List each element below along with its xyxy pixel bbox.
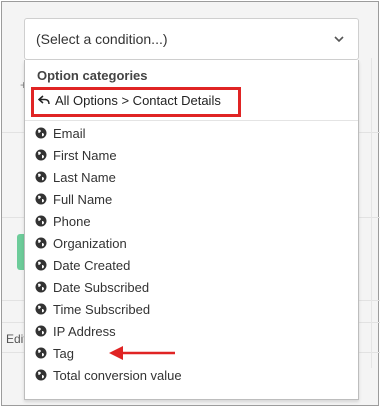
option-label: Phone xyxy=(53,214,91,229)
option-date-subscribed[interactable]: Date Subscribed xyxy=(35,280,149,300)
option-label: First Name xyxy=(53,148,117,163)
option-label: Time Subscribed xyxy=(53,302,151,317)
globe-icon xyxy=(35,237,47,249)
breadcrumb-highlight-box: All Options > Contact Details xyxy=(31,87,241,117)
globe-icon xyxy=(35,303,47,315)
globe-icon xyxy=(35,127,47,139)
option-first-name[interactable]: First Name xyxy=(35,148,117,168)
option-label: Date Created xyxy=(53,258,131,273)
option-ip-address[interactable]: IP Address xyxy=(35,324,116,344)
option-date-created[interactable]: Date Created xyxy=(35,258,130,278)
option-time-subscribed[interactable]: Time Subscribed xyxy=(35,302,150,322)
option-label: IP Address xyxy=(53,324,116,339)
globe-icon xyxy=(35,325,47,337)
option-email[interactable]: Email xyxy=(35,126,86,146)
condition-select-value: (Select a condition...) xyxy=(36,31,168,47)
option-label: Tag xyxy=(53,346,74,361)
option-categories-header: Option categories xyxy=(37,68,148,83)
chevron-down-icon xyxy=(334,36,344,43)
option-tag[interactable]: Tag xyxy=(35,346,74,366)
option-label: Full Name xyxy=(53,192,113,207)
globe-icon xyxy=(35,193,47,205)
option-label: Date Subscribed xyxy=(53,280,150,295)
red-arrow-annotation-icon xyxy=(109,346,175,360)
option-label: Last Name xyxy=(53,170,116,185)
condition-select[interactable]: (Select a condition...) xyxy=(24,18,359,60)
globe-icon xyxy=(35,369,47,381)
option-label: Email xyxy=(53,126,86,141)
breadcrumb-label: All Options > Contact Details xyxy=(55,93,221,108)
background-column-line xyxy=(371,58,372,368)
option-organization[interactable]: Organization xyxy=(35,236,127,256)
option-full-name[interactable]: Full Name xyxy=(35,192,112,212)
option-phone[interactable]: Phone xyxy=(35,214,91,234)
breadcrumb[interactable]: All Options > Contact Details xyxy=(38,93,221,108)
globe-icon xyxy=(35,259,47,271)
globe-icon xyxy=(35,171,47,183)
back-arrow-icon xyxy=(38,95,50,105)
option-total-conversion-value[interactable]: Total conversion value xyxy=(35,368,182,388)
globe-icon xyxy=(35,281,47,293)
option-label: Total conversion value xyxy=(53,368,182,383)
option-last-name[interactable]: Last Name xyxy=(35,170,116,190)
globe-icon xyxy=(35,149,47,161)
globe-icon xyxy=(35,347,47,359)
globe-icon xyxy=(35,215,47,227)
option-label: Organization xyxy=(53,236,127,251)
condition-dropdown-menu: Option categories All Options > Contact … xyxy=(24,60,359,400)
dropdown-separator xyxy=(25,120,358,121)
